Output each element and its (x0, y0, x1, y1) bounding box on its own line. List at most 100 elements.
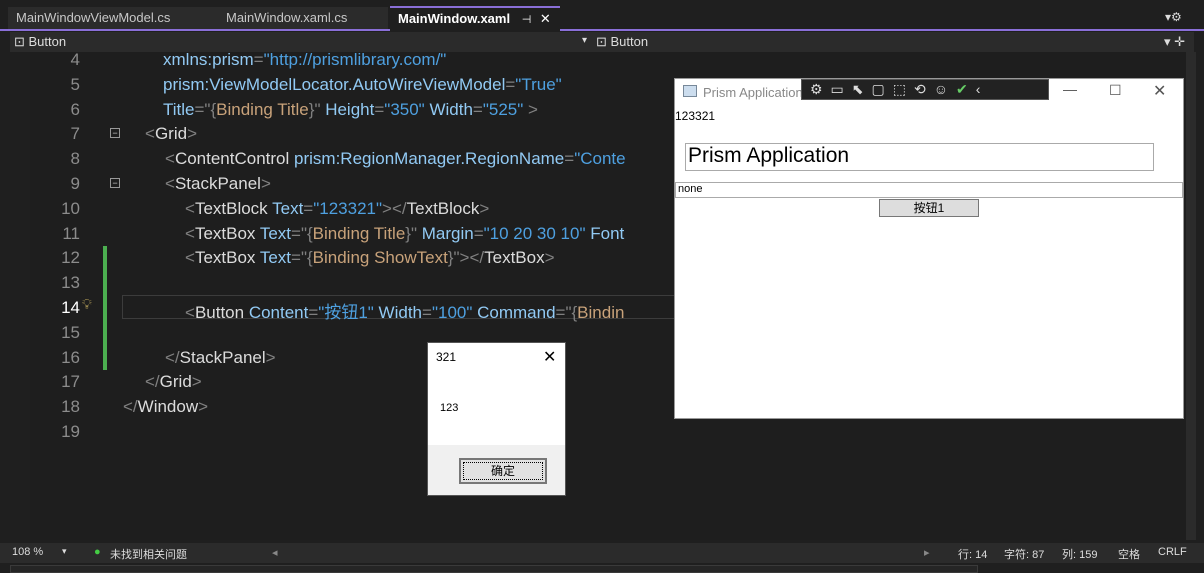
maximize-button[interactable]: ☐ (1109, 82, 1122, 99)
line-number: 12 (61, 248, 80, 268)
tab-mainwindow-xaml[interactable]: MainWindow.xaml ⊣ ✕ (390, 6, 560, 31)
code-token: }" (405, 223, 422, 243)
line-number: 15 (61, 322, 80, 342)
code-line[interactable]: <TextBlock Text="123321"></TextBlock> (185, 199, 489, 219)
code-token: }" (447, 248, 460, 268)
code-token: Bindin (577, 303, 625, 322)
code-line[interactable]: prism:ViewModelLocator.AutoWireViewModel… (163, 75, 562, 95)
tab-label: MainWindow.xaml (398, 11, 511, 26)
code-token: Grid (159, 372, 192, 392)
code-token: Grid (154, 124, 188, 144)
code-token: Binding Title (216, 99, 309, 119)
code-line[interactable]: <TextBox Text="{Binding Title}" Margin="… (185, 224, 624, 244)
code-token: Window (137, 397, 199, 417)
code-token: = (253, 50, 264, 69)
code-token: TextBlock (406, 198, 480, 218)
scroll-right-icon[interactable]: ▸ (924, 546, 930, 559)
code-token: > (198, 397, 209, 417)
button-1[interactable]: 按钮1 (879, 199, 979, 217)
code-line[interactable]: <Grid> (145, 124, 197, 144)
code-line[interactable]: </Grid> (145, 372, 202, 392)
code-token: xmlns:prism (163, 50, 254, 69)
code-token: > (382, 198, 392, 218)
line-number: 10 (61, 198, 80, 218)
code-token: TextBlock (194, 198, 273, 218)
code-token: ="{ (194, 99, 217, 119)
code-token: Binding ShowText (312, 248, 448, 268)
zoom-level[interactable]: 108 % (12, 546, 43, 558)
line-number: 4 (70, 50, 80, 69)
tab-bar: MainWindowViewModel.cs MainWindow.xaml.c… (0, 0, 1204, 31)
type-dropdown[interactable]: ⊡ Button (14, 34, 66, 50)
member-dropdown[interactable]: ⊡ Button (596, 34, 648, 50)
code-token: StackPanel (179, 347, 266, 367)
split-icon[interactable]: ▾ ✛ (1164, 34, 1185, 50)
change-indicator (103, 246, 107, 370)
code-token: prism:ViewModelLocator.AutoWireViewModel (163, 74, 506, 94)
whitespace-indicator[interactable]: 空格 (1118, 546, 1140, 562)
tab-mainwindowviewmodel[interactable]: MainWindowViewModel.cs (8, 7, 218, 29)
code-token: "525" (482, 99, 524, 119)
code-token: < (145, 124, 155, 144)
lightbulb-icon[interactable]: 💡︎ (82, 296, 92, 313)
code-token: Content (248, 303, 309, 322)
pin-icon[interactable]: ⊣ (522, 14, 532, 26)
bottom-panel (10, 565, 978, 573)
code-token: "按钮1" (318, 303, 379, 322)
xaml-debug-toolbar[interactable]: ⚙▭⬉▢⬚⟲☺✔‹ (801, 79, 1049, 100)
line-number: 5 (70, 74, 80, 94)
issues-status[interactable]: 未找到相关问题 (110, 546, 187, 562)
element-icon: ⊡ (14, 34, 29, 49)
line-number: 8 (70, 149, 80, 169)
status-bar: 108 % ▾ ● 未找到相关问题 ◂ ▸ 行: 14 字符: 87 列: 15… (0, 543, 1204, 563)
navigation-bar: ⊡ Button ▾ ⊡ Button ▾ ✛ (10, 32, 1194, 52)
code-token: Text (272, 198, 304, 218)
code-token: ContentControl (174, 149, 295, 169)
scroll-left-icon[interactable]: ◂ (272, 546, 278, 559)
collapse-icon[interactable]: − (110, 128, 120, 138)
line-number: 13 (61, 273, 80, 293)
code-line[interactable]: <TextBox Text="{Binding ShowText}"></Tex… (185, 248, 555, 268)
ok-button[interactable]: 确定 (459, 458, 547, 484)
text-block: 123321 (675, 109, 716, 123)
code-token: Button (194, 303, 249, 322)
chevron-down-icon[interactable]: ▾ (582, 35, 587, 46)
code-token: "True" (515, 74, 562, 94)
code-token: </ (145, 372, 160, 392)
code-line[interactable]: <StackPanel> (165, 174, 271, 194)
title-textbox[interactable]: Prism Application (685, 143, 1154, 171)
code-token: ="{ (555, 303, 578, 322)
column-indicator: 列: 159 (1062, 549, 1098, 561)
code-token: > (187, 124, 197, 144)
minimize-button[interactable]: — (1063, 81, 1077, 97)
code-line[interactable]: <ContentControl prism:RegionManager.Regi… (165, 149, 626, 169)
close-icon[interactable]: ✕ (540, 11, 551, 26)
code-token: </ (165, 347, 180, 367)
close-button[interactable]: ✕ (1153, 81, 1166, 101)
dialog-footer: 确定 (428, 445, 565, 495)
code-line[interactable]: xmlns:prism="http://prismlibrary.com/" (163, 50, 446, 70)
chevron-down-icon[interactable]: ▾ (62, 546, 67, 557)
code-token: ="{ (291, 248, 313, 268)
code-line[interactable]: Title="{Binding Title}" Height="350" Wid… (163, 100, 538, 120)
code-line[interactable]: </StackPanel> (165, 348, 276, 368)
element-icon: ⊡ (596, 34, 611, 49)
tab-mainwindow-xaml-cs[interactable]: MainWindow.xaml.cs (218, 7, 388, 29)
code-token: = (303, 198, 314, 218)
code-token: Width (378, 303, 423, 322)
code-token: Text (259, 248, 292, 268)
code-line[interactable]: <Button Content="按钮1" Width="100" Comman… (185, 298, 624, 323)
line-ending-indicator[interactable]: CRLF (1158, 546, 1187, 558)
line-number: 19 (61, 422, 80, 441)
showtext-textbox[interactable]: none (675, 182, 1183, 198)
line-number: 11 (62, 223, 80, 243)
vertical-scrollbar[interactable] (1186, 52, 1196, 540)
code-line[interactable]: </Window> (123, 397, 208, 417)
code-token: </ (123, 397, 138, 417)
dialog-close-button[interactable]: ✕ (543, 347, 556, 367)
overflow-menu-icon[interactable]: ▾⚙ (1165, 10, 1182, 24)
code-token: = (505, 74, 516, 94)
collapse-icon[interactable]: − (110, 178, 120, 188)
code-token: Margin (421, 223, 474, 243)
code-token: Title (163, 99, 195, 119)
